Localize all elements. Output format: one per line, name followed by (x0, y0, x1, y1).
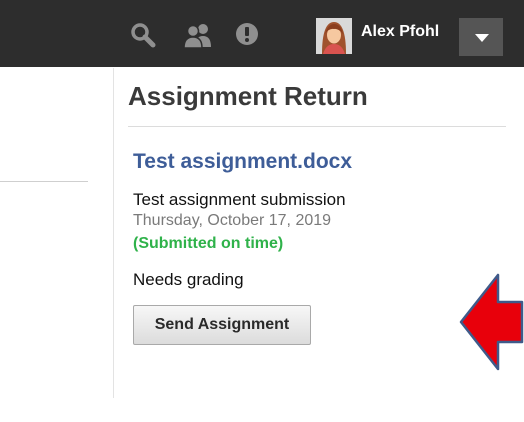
submission-status: (Submitted on time) (133, 235, 284, 252)
arrow-pointer-icon (459, 273, 524, 371)
search-icon[interactable] (130, 22, 156, 53)
page-title: Assignment Return (128, 81, 368, 111)
send-assignment-button[interactable]: Send Assignment (133, 305, 311, 345)
title-divider (128, 126, 506, 127)
grading-status: Needs grading (133, 270, 244, 289)
assignment-file-link[interactable]: Test assignment.docx (133, 150, 352, 174)
left-divider (0, 181, 88, 182)
user-name[interactable]: Alex Pfohl (361, 23, 439, 41)
submission-date: Thursday, October 17, 2019 (133, 212, 332, 229)
chevron-down-icon (475, 34, 489, 42)
top-bar: Alex Pfohl (0, 0, 524, 67)
submission-description: Test assignment submission (133, 190, 346, 209)
panel-divider (113, 68, 114, 398)
people-icon[interactable] (182, 22, 214, 53)
user-menu-button[interactable] (459, 18, 503, 56)
avatar[interactable] (316, 18, 352, 54)
alert-icon[interactable] (235, 22, 259, 51)
